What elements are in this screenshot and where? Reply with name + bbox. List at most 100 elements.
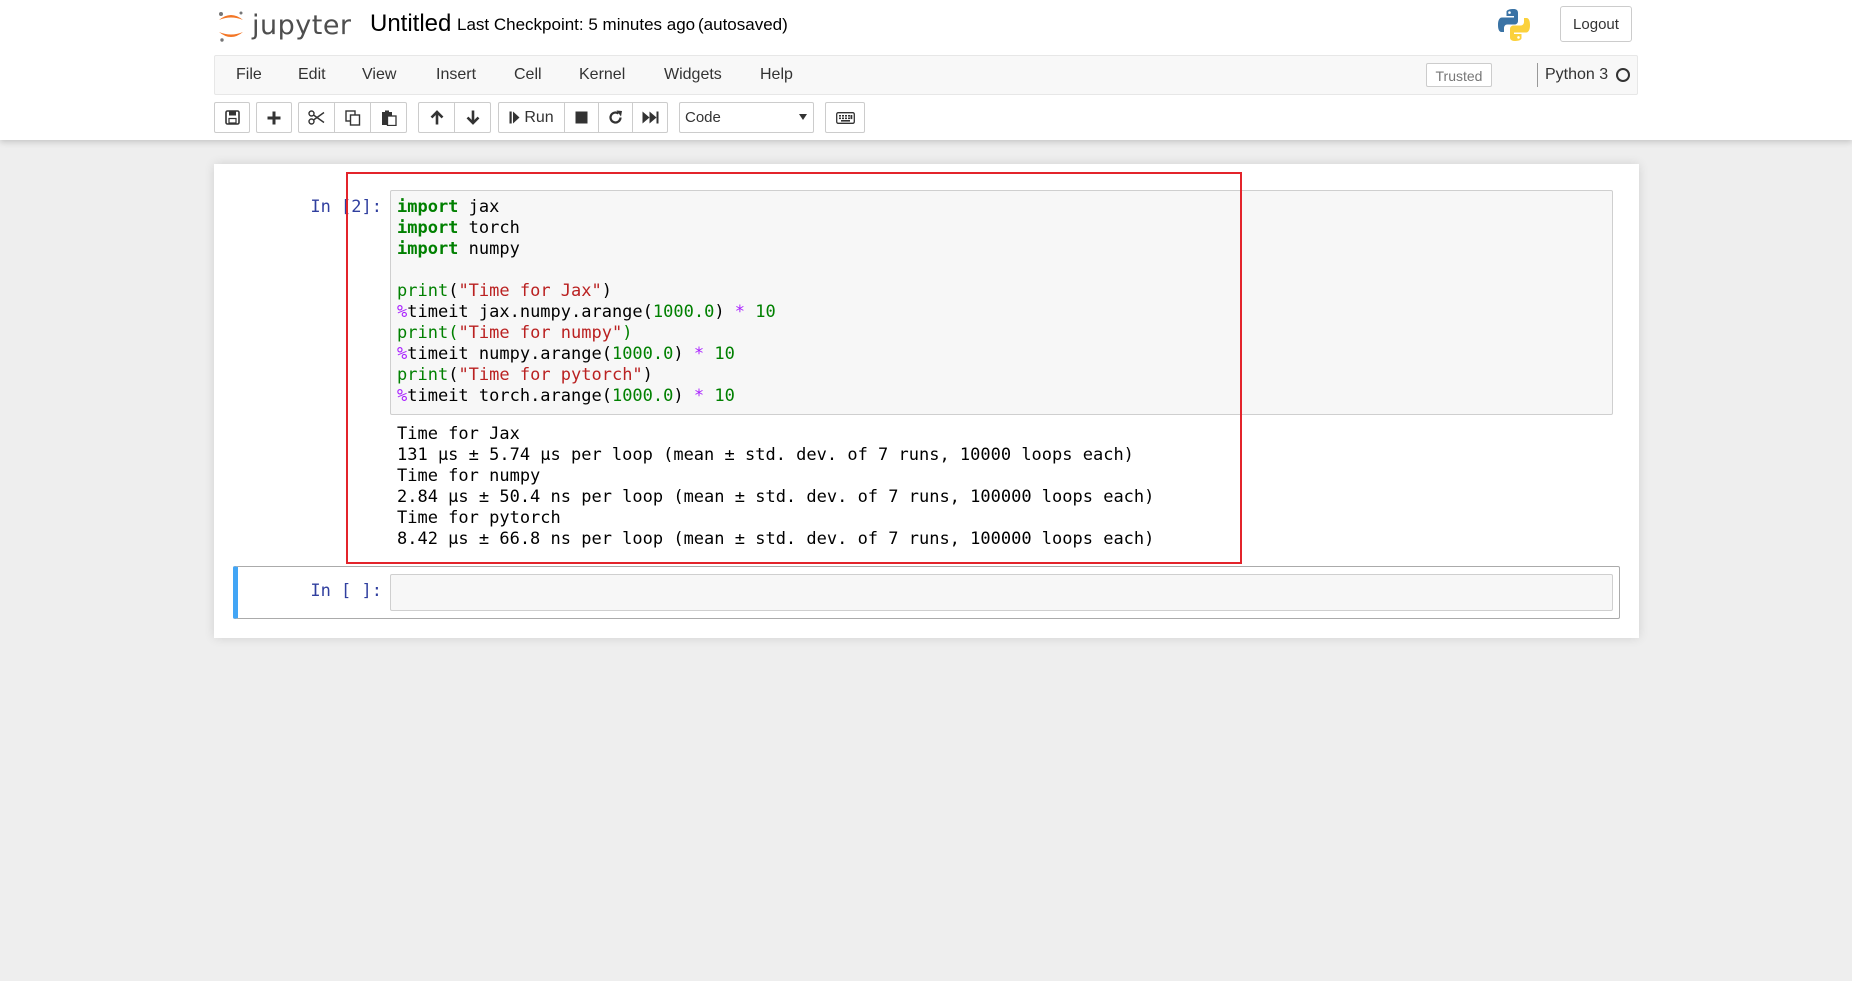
output-line: Time for Jax (397, 424, 520, 444)
save-icon (224, 110, 240, 125)
trusted-badge[interactable]: Trusted (1426, 63, 1492, 87)
code-token: import (397, 197, 459, 217)
code-line: print("Time for pytorch") (397, 365, 776, 386)
code-token: jax (458, 197, 500, 217)
code-token: print (397, 365, 449, 385)
paste-icon (381, 110, 397, 126)
menu-help[interactable]: Help (760, 56, 793, 94)
output-line: 131 µs ± 5.74 µs per loop (mean ± std. d… (397, 445, 1134, 465)
cell-type-select[interactable]: Code (679, 102, 814, 133)
kernel-idle-indicator-icon (1616, 68, 1630, 82)
code-token: print (397, 281, 449, 301)
save-button[interactable] (214, 102, 250, 133)
interrupt-kernel-button[interactable] (564, 102, 599, 133)
code-token: print (397, 323, 449, 343)
code-token: % (397, 302, 408, 322)
restart-run-all-button[interactable] (632, 102, 668, 133)
code-token: torch (458, 218, 520, 238)
arrow-down-icon (466, 110, 480, 125)
header-row: jupyter Untitled Last Checkpoint: 5 minu… (0, 0, 1852, 52)
code-token: ) (642, 365, 653, 385)
stop-icon (575, 111, 588, 124)
menu-file[interactable]: File (236, 56, 262, 94)
autosave-status: (autosaved) (698, 15, 788, 34)
menu-kernel[interactable]: Kernel (579, 56, 625, 94)
command-palette-button[interactable] (825, 102, 865, 133)
code-token: 1000.0 (652, 302, 715, 322)
code-token: "Time for pytorch" (458, 365, 643, 385)
code-line: %timeit torch.arange(1000.0) * 10 (397, 386, 776, 407)
output-line: 2.84 µs ± 50.4 ns per loop (mean ± std. … (397, 487, 1155, 507)
restart-icon (608, 110, 623, 125)
code-token: * (693, 344, 705, 364)
code-token: 10 (714, 344, 735, 364)
code-line: import torch (397, 218, 776, 239)
code-token: % (397, 344, 408, 364)
cell-2-code-input[interactable] (390, 574, 1613, 611)
cut-button[interactable] (298, 102, 335, 133)
output-line: Time for numpy (397, 466, 541, 486)
cell-1-code[interactable]: import jax import torch import numpy print… (397, 197, 776, 407)
checkpoint-status: Last Checkpoint: 5 minutes ago (457, 15, 696, 34)
chevron-down-icon (799, 114, 807, 120)
move-up-button[interactable] (418, 102, 455, 133)
code-token: ) (673, 386, 694, 406)
code-token: "Time for numpy" (458, 323, 623, 343)
notebook-name[interactable]: Untitled (370, 9, 451, 39)
menubar: File Edit View Insert Cell Kernel Widget… (214, 55, 1638, 95)
code-token: * (734, 302, 746, 322)
code-token: ) (673, 344, 694, 364)
copy-icon (344, 109, 361, 126)
insert-cell-button[interactable] (256, 102, 292, 133)
code-token: timeit torch.arange( (407, 386, 612, 406)
code-token: ) (601, 281, 612, 301)
code-token: numpy (458, 239, 520, 259)
code-line: print("Time for numpy") (397, 323, 776, 344)
code-token: ) (622, 323, 633, 343)
code-token: 10 (714, 386, 735, 406)
code-line: %timeit jax.numpy.arange(1000.0) * 10 (397, 302, 776, 323)
code-line: print("Time for Jax") (397, 281, 776, 302)
code-token: import (397, 218, 459, 238)
cell-2-prompt: In [ ]: (310, 581, 382, 601)
jupyter-logo-text: jupyter (252, 10, 352, 41)
code-token: 10 (755, 302, 776, 322)
fast-forward-icon (642, 111, 659, 124)
menu-cell[interactable]: Cell (514, 56, 542, 94)
kernel-separator (1537, 63, 1538, 87)
jupyter-logo[interactable]: jupyter (216, 6, 352, 46)
restart-kernel-button[interactable] (598, 102, 633, 133)
header: jupyter Untitled Last Checkpoint: 5 minu… (0, 0, 1852, 140)
logout-button[interactable]: Logout (1560, 6, 1632, 42)
code-token: "Time for Jax" (458, 281, 602, 301)
code-token: timeit numpy.arange( (407, 344, 612, 364)
python-logo-icon (1496, 7, 1532, 43)
step-forward-icon (509, 111, 520, 124)
code-token: ( (448, 281, 459, 301)
code-line: import jax (397, 197, 776, 218)
plus-icon (267, 111, 281, 125)
paste-button[interactable] (370, 102, 407, 133)
menu-view[interactable]: View (362, 56, 396, 94)
menu-widgets[interactable]: Widgets (664, 56, 722, 94)
menu-insert[interactable]: Insert (436, 56, 476, 94)
run-button[interactable]: Run (498, 102, 565, 133)
code-token: ( (448, 323, 459, 343)
code-line: import numpy (397, 239, 776, 260)
output-line: 8.42 µs ± 66.8 ns per loop (mean ± std. … (397, 529, 1155, 549)
code-line: %timeit numpy.arange(1000.0) * 10 (397, 344, 776, 365)
jupyter-logo-icon (216, 8, 246, 44)
code-token: timeit jax.numpy.arange( (407, 302, 653, 322)
code-token: * (693, 386, 705, 406)
menu-edit[interactable]: Edit (298, 56, 326, 94)
copy-button[interactable] (334, 102, 371, 133)
cell-type-value: Code (685, 109, 721, 126)
output-line: Time for pytorch (397, 508, 561, 528)
code-token: import (397, 239, 459, 259)
cell-1-prompt: In [2]: (310, 197, 382, 217)
move-down-button[interactable] (454, 102, 491, 133)
